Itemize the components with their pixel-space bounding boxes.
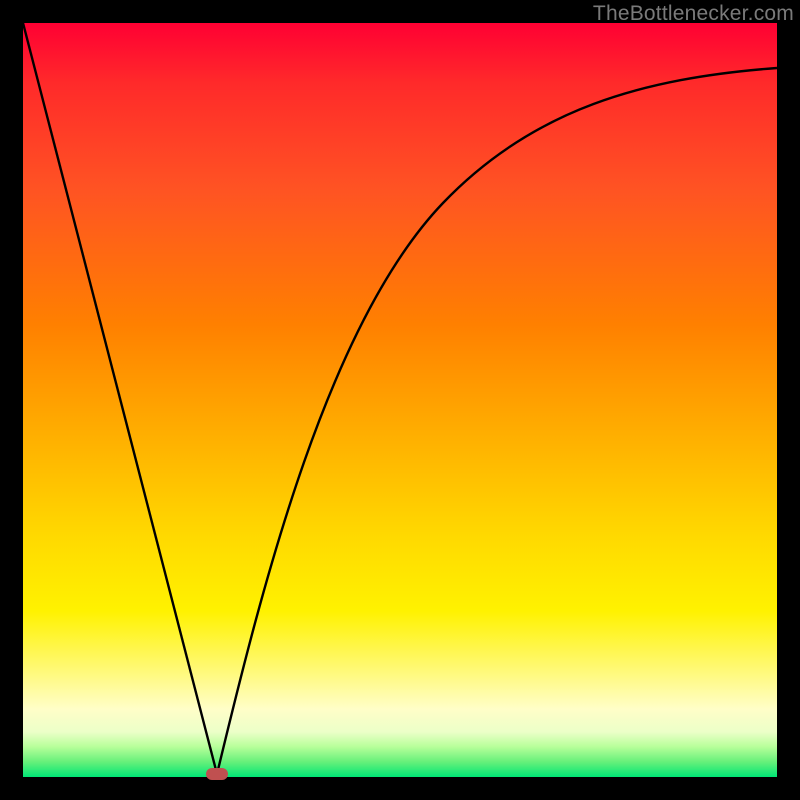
plot-area xyxy=(23,23,777,777)
bottleneck-curve xyxy=(23,23,777,777)
chart-frame: TheBottlenecker.com xyxy=(0,0,800,800)
minimum-marker xyxy=(206,768,228,780)
curve-left-segment xyxy=(23,23,217,774)
watermark-text: TheBottlenecker.com xyxy=(593,2,794,26)
curve-right-segment xyxy=(217,68,777,774)
